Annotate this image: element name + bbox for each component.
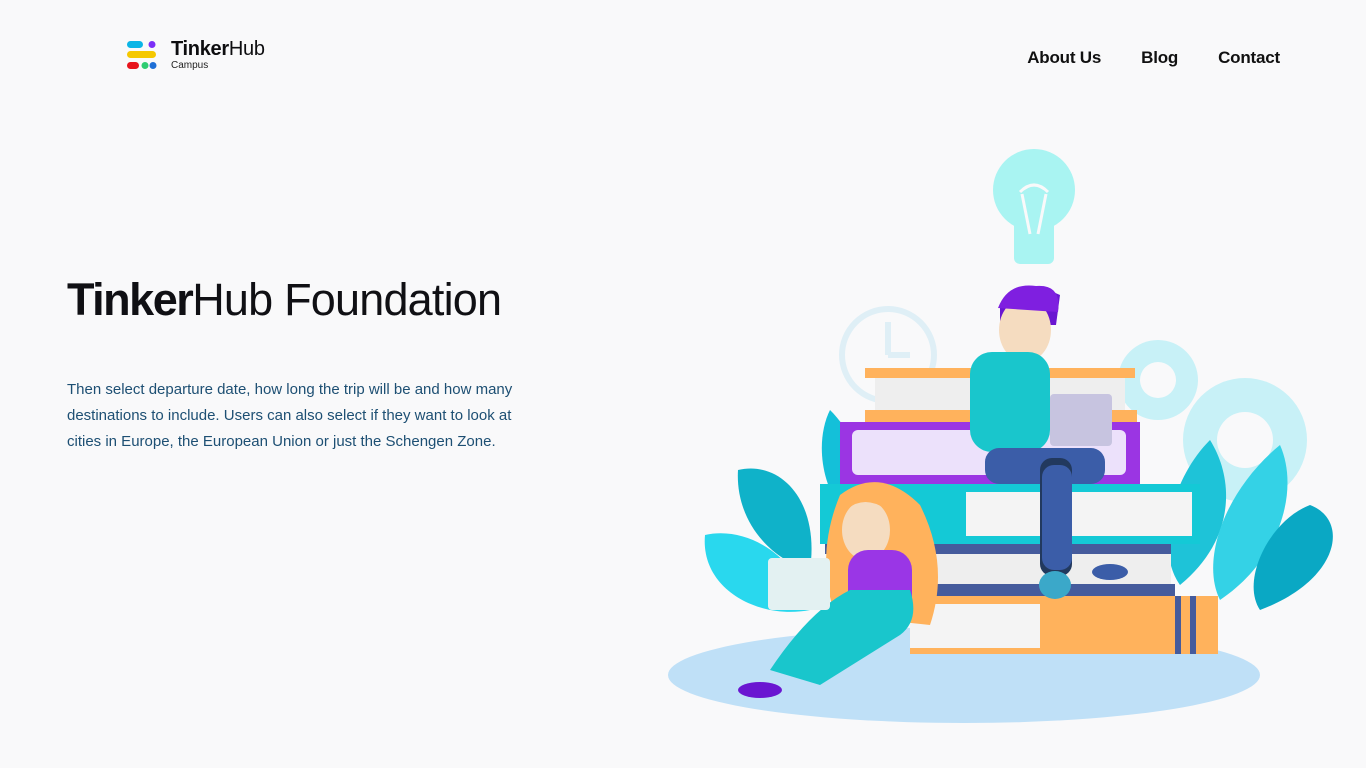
brand-name: TinkerHub Campus [171, 39, 265, 71]
nav-link-about-us[interactable]: About Us [1027, 48, 1101, 68]
nav-link-blog[interactable]: Blog [1141, 48, 1178, 68]
brand-title: TinkerHub [171, 38, 265, 60]
hero-title: TinkerHub Foundation [67, 274, 502, 325]
students-reading-books-illustration [660, 140, 1350, 740]
brand-subtitle: Campus [171, 60, 209, 71]
hero-description: Then select departure date, how long the… [67, 381, 513, 450]
logo-mark-icon [126, 38, 158, 72]
nav-link-contact[interactable]: Contact [1218, 48, 1280, 68]
top-nav: About Us Blog Contact [1027, 48, 1280, 68]
brand-logo[interactable]: TinkerHub Campus [126, 38, 265, 72]
